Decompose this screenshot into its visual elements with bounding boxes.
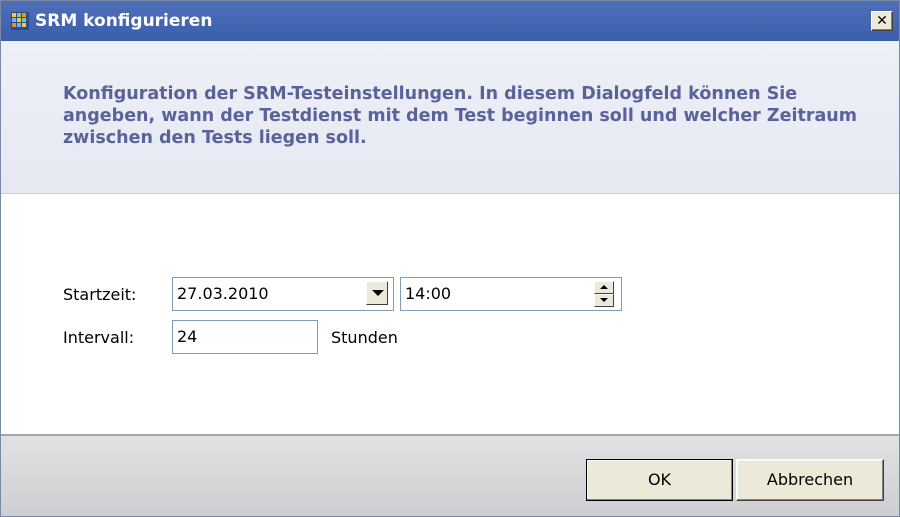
start-date-picker[interactable]: 27.03.2010 [172,277,394,311]
ok-button[interactable]: OK [586,459,733,501]
cancel-button[interactable]: Abbrechen [736,459,884,501]
start-time-label: Startzeit: [63,285,137,304]
configure-srm-dialog: SRM konfigurieren ✕ Konfiguration der SR… [0,0,900,517]
start-time-field[interactable]: 14:00 [400,277,622,311]
app-grid-icon [11,12,29,30]
close-icon: ✕ [876,13,888,29]
interval-input[interactable]: 24 [172,320,318,354]
spin-down-icon[interactable] [594,294,614,307]
spin-up-icon[interactable] [594,281,614,294]
chevron-down-icon[interactable] [366,281,388,305]
dialog-description: Konfiguration der SRM-Testeinstellungen.… [63,84,857,148]
title-bar[interactable]: SRM konfigurieren ✕ [1,1,899,41]
interval-unit-label: Stunden [331,328,398,347]
interval-label: Intervall: [63,328,135,347]
close-button[interactable]: ✕ [871,11,893,31]
window-title: SRM konfigurieren [35,11,213,31]
